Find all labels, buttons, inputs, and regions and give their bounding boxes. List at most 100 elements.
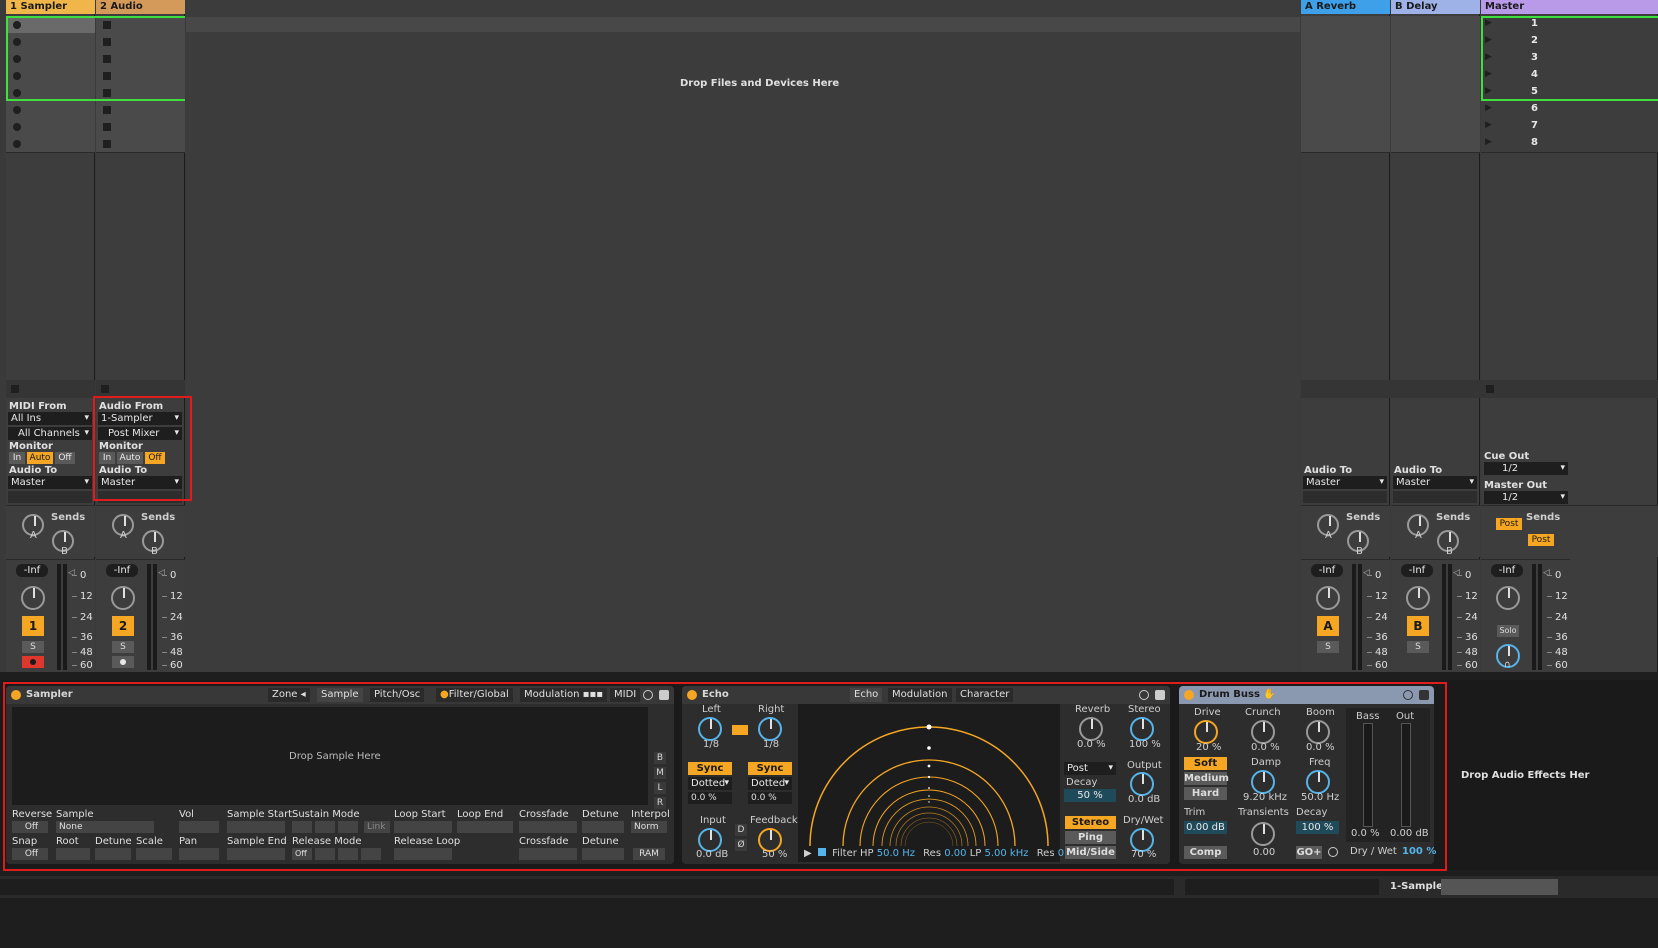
master-send-b-post[interactable]: Post (1528, 534, 1554, 546)
echo-left-knob[interactable] (698, 717, 722, 741)
track-activator[interactable]: B (1407, 616, 1429, 636)
track-1-monitor-off[interactable]: Off (55, 452, 75, 464)
sampler-loop-start-field[interactable] (394, 821, 452, 833)
clip-slot[interactable] (6, 135, 95, 153)
drumbuss-drive-knob[interactable] (1194, 720, 1218, 744)
clip-record-button[interactable] (13, 123, 21, 131)
echo-lp-value[interactable]: 5.00 kHz (984, 848, 1028, 859)
sampler-release-off[interactable]: Off (292, 848, 312, 860)
pan-knob[interactable] (111, 586, 135, 610)
sampler-tab-sample[interactable]: Sample (317, 688, 363, 702)
clip-slot[interactable] (1391, 84, 1480, 102)
echo-output-knob[interactable] (1130, 772, 1154, 796)
pan-knob[interactable] (1496, 586, 1520, 610)
clip-slot[interactable] (6, 101, 95, 119)
clip-slot[interactable] (1301, 135, 1390, 153)
echo-d-button[interactable]: D (735, 824, 747, 836)
track-activator[interactable]: 2 (112, 616, 134, 636)
clip-stop-button[interactable] (103, 140, 111, 148)
echo-left-offset[interactable]: 0.0 % (688, 792, 732, 804)
volume-field[interactable]: -Inf (16, 564, 48, 577)
clip-slot[interactable] (1391, 67, 1480, 85)
volume-fader-triangle[interactable]: ◁ (1453, 568, 1460, 578)
sampler-tab-modulation[interactable]: Modulation ▪▪▪ (520, 688, 608, 702)
sampler-scale-field[interactable] (136, 848, 172, 860)
track-1-channel-select[interactable]: All Channels (8, 427, 92, 440)
drumbuss-crunch-knob[interactable] (1251, 720, 1275, 744)
drumbuss-save-icon[interactable] (1419, 690, 1429, 700)
volume-fader-triangle[interactable]: ◁ (158, 568, 165, 578)
sampler-reverse-toggle[interactable]: Off (12, 821, 48, 833)
clip-slot[interactable] (1301, 33, 1390, 51)
echo-hotswap-icon[interactable] (1139, 690, 1149, 700)
drumbuss-trim-field[interactable]: 0.00 dB (1184, 821, 1227, 834)
sampler-release-mode-4[interactable] (361, 848, 381, 860)
sampler-sample-select[interactable]: None (56, 821, 154, 833)
volume-fader-triangle[interactable]: ◁ (1363, 568, 1370, 578)
sampler-power-button[interactable] (11, 690, 21, 700)
echo-right-dotted[interactable]: Dotted (748, 777, 792, 790)
pan-knob[interactable] (21, 586, 45, 610)
echo-pingpong-mode[interactable]: Ping Pong (1065, 831, 1116, 856)
echo-decay-field[interactable]: 50 % (1064, 789, 1116, 802)
master-stop-all-button[interactable] (1486, 385, 1494, 393)
sampler-detune-field[interactable] (582, 821, 624, 833)
drumbuss-drywet-value[interactable]: 100 % (1402, 846, 1436, 857)
sampler-hotswap-icon[interactable] (643, 690, 653, 700)
sampler-crossfade-field[interactable] (519, 821, 577, 833)
sampler-side-m[interactable]: M (654, 767, 666, 779)
echo-power-button[interactable] (687, 690, 697, 700)
track-1-monitor-in[interactable]: In (9, 452, 25, 464)
volume-fader-triangle[interactable]: ◁ (68, 568, 75, 578)
volume-field[interactable]: -Inf (106, 564, 138, 577)
sampler-release-loop-field[interactable] (394, 848, 452, 860)
clip-record-button[interactable] (13, 140, 21, 148)
track-1-stop-clips-button[interactable] (11, 385, 19, 393)
volume-field[interactable]: -Inf (1401, 564, 1433, 577)
volume-field[interactable]: -Inf (1491, 564, 1523, 577)
sampler-save-icon[interactable] (659, 690, 669, 700)
sampler-tab-midi[interactable]: MIDI (610, 688, 641, 702)
sampler-pan-field[interactable] (179, 848, 219, 860)
drumbuss-freq-knob[interactable] (1306, 770, 1330, 794)
return-b-audio-to-select[interactable]: Master (1393, 476, 1477, 489)
track-1-monitor-auto[interactable]: Auto (27, 452, 53, 464)
drumbuss-bass-slider[interactable] (1363, 723, 1373, 827)
master-cue-out-select[interactable]: 1/2 (1484, 462, 1568, 475)
drumbuss-transients-knob[interactable] (1251, 822, 1275, 846)
master-out-select[interactable]: 1/2 (1484, 491, 1568, 504)
echo-filter-play-icon[interactable]: ▶ (804, 848, 812, 859)
sampler-side-l[interactable]: L (654, 782, 666, 794)
echo-phase-button[interactable]: Ø (735, 839, 747, 851)
solo-button[interactable]: S (22, 641, 44, 653)
clip-slot[interactable] (1301, 118, 1390, 136)
sampler-interpol-select[interactable]: Norm (631, 821, 667, 833)
sampler-loop-end-field[interactable] (457, 821, 513, 833)
clip-slot[interactable] (1301, 16, 1390, 34)
sampler-side-b[interactable]: B (654, 752, 666, 764)
track-activator[interactable]: A (1317, 616, 1339, 636)
arm-button[interactable] (22, 656, 44, 668)
arm-button[interactable] (112, 656, 134, 668)
sampler-sample-end-field[interactable] (227, 848, 285, 860)
echo-res1-value[interactable]: 0.00 (944, 848, 966, 859)
scene-play-icon[interactable]: ▶ (1485, 120, 1492, 130)
track-2-stop-clips-button[interactable] (101, 385, 109, 393)
sampler-ram-button[interactable]: RAM (633, 848, 665, 860)
track-1-midi-from-select[interactable]: All Ins (8, 412, 92, 425)
echo-right-offset[interactable]: 0.0 % (748, 792, 792, 804)
return-b-header[interactable]: B Delay (1391, 0, 1480, 14)
track-2-audio-to-select[interactable]: Master (98, 476, 182, 489)
sampler-tab-zone[interactable]: Zone ◂ (268, 688, 310, 702)
scene-play-icon[interactable]: ▶ (1485, 103, 1492, 113)
sampler-side-r[interactable]: R (654, 797, 666, 809)
pan-knob[interactable] (1406, 586, 1430, 610)
solo-button[interactable]: S (1317, 641, 1339, 653)
clip-slot[interactable] (6, 118, 95, 136)
echo-left-dotted[interactable]: Dotted (688, 777, 732, 790)
drumbuss-hotswap-icon[interactable] (1403, 690, 1413, 700)
solo-button[interactable]: Solo (1497, 625, 1519, 637)
solo-button[interactable]: S (112, 641, 134, 653)
scene-play-icon[interactable]: ▶ (1485, 137, 1492, 147)
volume-fader-triangle[interactable]: ◁ (1543, 568, 1550, 578)
